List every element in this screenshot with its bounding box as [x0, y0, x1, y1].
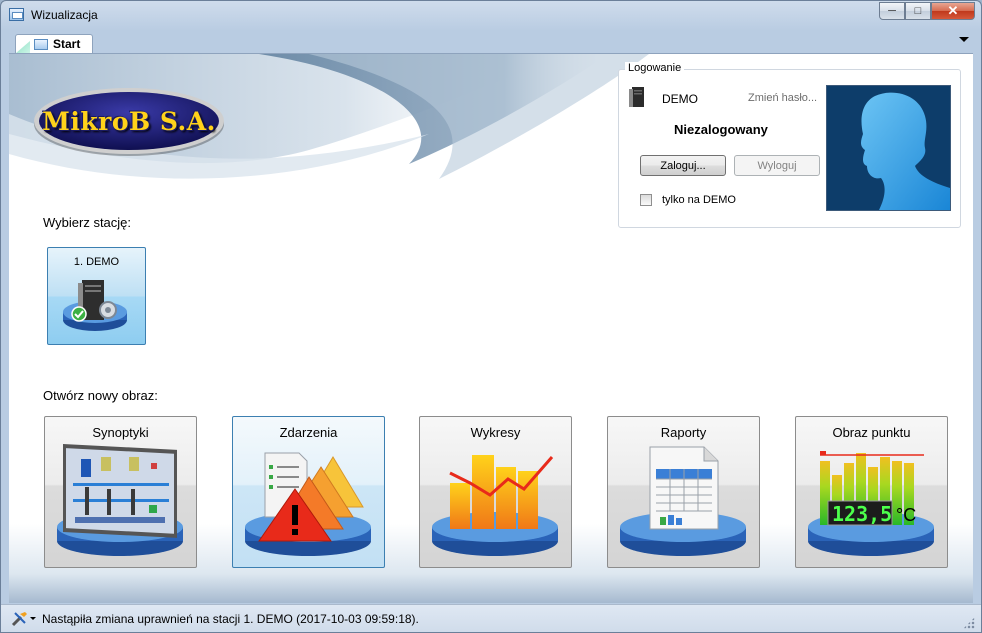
view-tile-charts[interactable]: Wykresy	[419, 416, 572, 568]
login-status: Niezalogowany	[674, 122, 768, 137]
user-silhouette-icon	[827, 86, 950, 210]
events-warning-icon	[245, 452, 371, 556]
point-value-display: 123,5	[832, 502, 893, 526]
resize-grip[interactable]	[963, 617, 975, 629]
status-bar: Nastąpiła zmiana uprawnień na stacji 1. …	[1, 604, 981, 632]
window-controls: ─ □ ✕	[879, 2, 975, 21]
demo-only-checkbox[interactable]	[640, 194, 652, 206]
view-tile-events[interactable]: Zdarzenia	[232, 416, 385, 568]
login-station-name: DEMO	[662, 92, 698, 106]
tab-start[interactable]: Start	[15, 34, 93, 53]
server-icon	[629, 87, 644, 107]
logo-text: MikroB S.A.	[42, 106, 216, 136]
window-view-icon	[34, 38, 48, 50]
logout-button[interactable]: Wyloguj	[734, 155, 820, 176]
point-unit: °C	[896, 505, 917, 525]
tab-strip: Start	[9, 31, 973, 54]
maximize-button[interactable]: □	[905, 2, 931, 20]
app-window-icon[interactable]	[9, 8, 24, 21]
window-title: Wizualizacja	[31, 8, 98, 22]
station-tile-demo[interactable]: 1. DEMO	[47, 247, 146, 345]
tab-label: Start	[53, 37, 81, 51]
change-password-link[interactable]: Zmień hasło...	[748, 92, 817, 104]
company-logo: MikroB S.A.	[31, 84, 227, 158]
close-button[interactable]: ✕	[931, 2, 975, 20]
title-bar[interactable]: Wizualizacja ─ □ ✕	[1, 1, 981, 29]
status-message: Nastąpiła zmiana uprawnień na stacji 1. …	[42, 612, 419, 626]
minimize-button[interactable]: ─	[879, 2, 905, 20]
chevron-down-icon[interactable]	[30, 617, 36, 620]
stations-heading: Wybierz stację:	[43, 215, 132, 230]
tab-list-dropdown-icon[interactable]	[959, 37, 969, 42]
point-view-icon	[808, 451, 934, 556]
report-icon	[620, 446, 746, 556]
login-legend: Logowanie	[625, 62, 685, 74]
synoptic-icon	[57, 443, 183, 556]
view-tile-point-view[interactable]: Obraz punktu 123,5 °C	[795, 416, 948, 568]
start-page: MikroB S.A. Logowanie DEMO Zmień hasło..…	[9, 54, 973, 603]
demo-only-label[interactable]: tylko na DEMO	[662, 194, 736, 206]
tab-accent	[16, 41, 30, 53]
view-tile-reports[interactable]: Raporty	[607, 416, 760, 568]
login-button[interactable]: Zaloguj...	[640, 155, 726, 176]
login-panel: Logowanie DEMO Zmień hasło... Niezalogow…	[618, 62, 961, 228]
view-tile-synoptics[interactable]: Synoptyki	[44, 416, 197, 568]
chart-icon	[432, 455, 558, 556]
server-ok-icon	[63, 280, 127, 331]
app-window: Wizualizacja ─ □ ✕ Start MikroB S.A. Log…	[0, 0, 982, 633]
views-heading: Otwórz nowy obraz:	[43, 388, 158, 403]
user-avatar	[826, 85, 951, 211]
tools-icon[interactable]	[11, 611, 29, 627]
